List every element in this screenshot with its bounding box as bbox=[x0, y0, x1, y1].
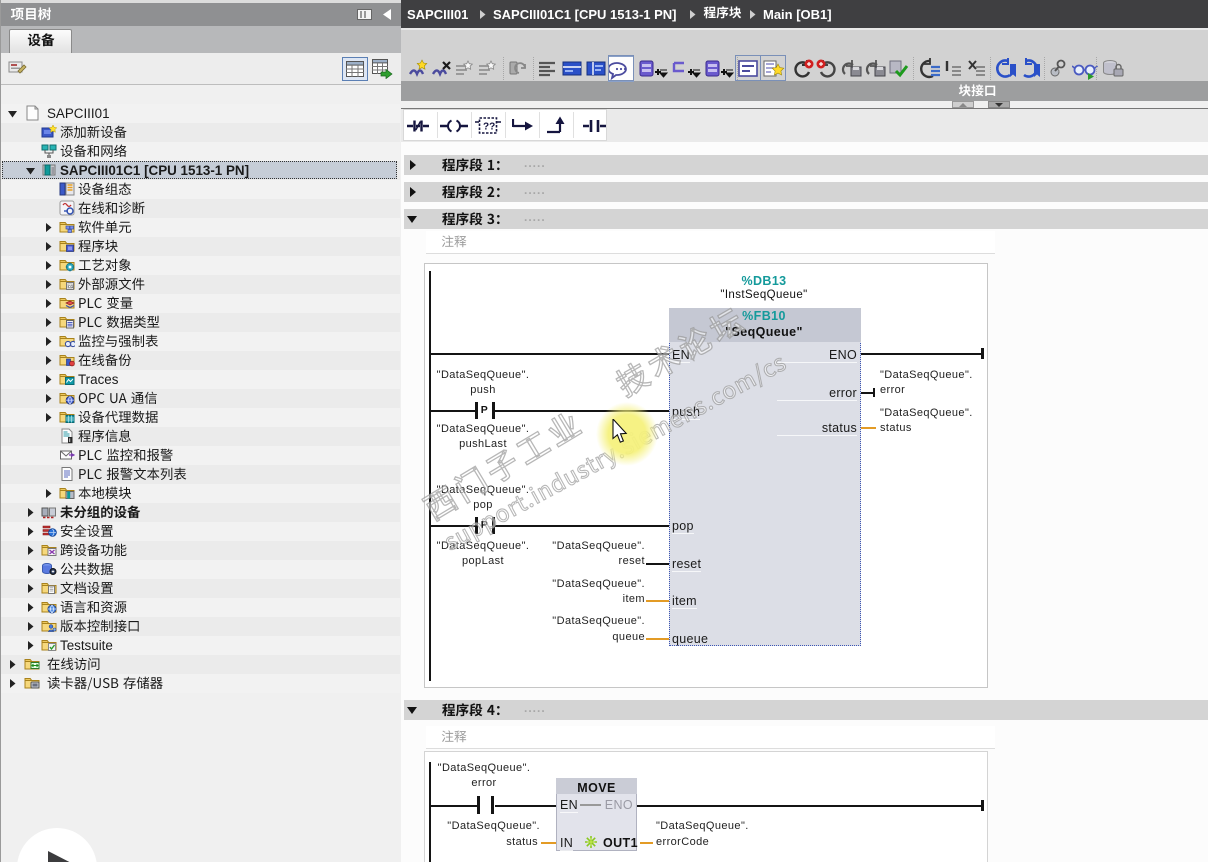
svg-text:??: ?? bbox=[483, 122, 495, 133]
svg-text:01: 01 bbox=[68, 284, 74, 289]
